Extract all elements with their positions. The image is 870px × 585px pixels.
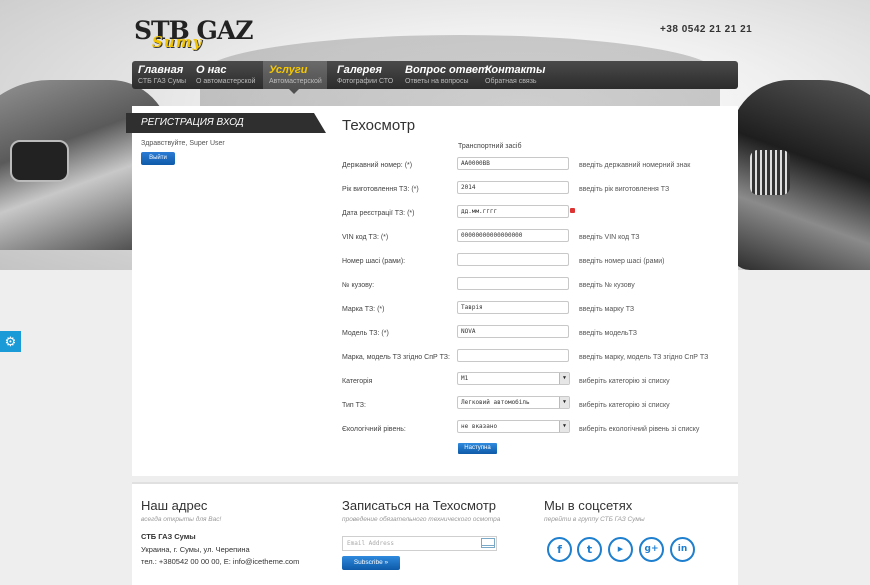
label-body-number: № кузову: (342, 282, 375, 289)
site-logo[interactable]: STB GAZ Sumy (134, 16, 253, 51)
email-input[interactable]: Email Address (342, 536, 497, 551)
footer-social-subtitle: перейти в группу СТБ ГАЗ Сумы (544, 516, 645, 523)
login-heading: РЕГИСТРАЦИЯ ВХОД (126, 113, 326, 133)
user-greeting: Здравствуйте, Super User (141, 140, 225, 147)
nav-item-contacts[interactable]: Контакты Обратная связь (479, 61, 551, 89)
facebook-icon[interactable]: f (547, 537, 572, 562)
model-input[interactable]: NOVA (457, 325, 569, 338)
hint-year: введіть рік виготовлення ТЗ (579, 186, 670, 193)
nav-item-about[interactable]: О нас О автомастерской (190, 61, 261, 89)
vehicle-type-select[interactable]: Легковий автомобіль ▼ (457, 396, 570, 409)
car-right-image (730, 80, 870, 270)
registration-date-input[interactable]: дд.мм.гггг (457, 205, 569, 218)
chevron-down-icon: ▼ (559, 373, 569, 384)
form-section-label: Транспортний засіб (458, 143, 522, 150)
label-year: Рік виготовлення ТЗ: (*) (342, 186, 419, 193)
label-vin: VIN код ТЗ: (*) (342, 234, 389, 241)
state-number-input[interactable]: AA0000BB (457, 157, 569, 170)
nav-item-gallery[interactable]: Галерея Фотографии СТО (331, 61, 399, 89)
nav-item-home[interactable]: Главная СТБ ГАЗ Сумы (132, 61, 192, 89)
hint-chassis: введіть номер шасі (рами) (579, 258, 665, 265)
year-input[interactable]: 2014 (457, 181, 569, 194)
brand-input[interactable]: Таврія (457, 301, 569, 314)
footer-street: Украина, г. Сумы, ул. Черепина (141, 545, 250, 554)
google-plus-icon[interactable]: g+ (639, 537, 664, 562)
hint-vin: введіть VIN код ТЗ (579, 234, 640, 241)
linkedin-icon[interactable]: in (670, 537, 695, 562)
footer-address-title: Наш адрес (141, 498, 208, 513)
label-state-number: Державний номер: (*) (342, 162, 413, 169)
label-registration-date: Дата реєстрації ТЗ: (*) (342, 210, 415, 217)
chevron-down-icon: ▼ (559, 397, 569, 408)
next-button[interactable]: Наступна (458, 443, 497, 454)
label-category: Категорія (342, 378, 373, 385)
footer-company-name: СТБ ГАЗ Сумы (141, 532, 196, 541)
main-nav: Главная СТБ ГАЗ Сумы О нас О автомастерско… (132, 61, 738, 94)
footer-signup-subtitle: проведение обязательного технического ос… (342, 516, 501, 523)
footer-address-subtitle: всегда открыты для Вас! (141, 516, 222, 523)
label-model: Модель ТЗ: (*) (342, 330, 389, 337)
chevron-down-icon: ▼ (559, 421, 569, 432)
logout-button[interactable]: Выйти (141, 152, 175, 165)
footer-social-title: Мы в соцсетях (544, 498, 633, 513)
brand-model-spr-input[interactable] (457, 349, 569, 362)
envelope-icon (481, 538, 495, 548)
label-vehicle-type: Тип ТЗ: (342, 402, 366, 409)
hint-brand: введіть марку ТЗ (579, 306, 635, 313)
hint-eco-level: виберіть екологічний рівень зі списку (579, 426, 700, 433)
header-phone: +38 0542 21 21 21 (660, 24, 753, 35)
twitter-icon[interactable]: t (577, 537, 602, 562)
settings-gear-icon[interactable]: ⚙ (0, 331, 21, 352)
calendar-icon[interactable] (570, 208, 575, 213)
category-select[interactable]: M1 ▼ (457, 372, 570, 385)
page-title: Техосмотр (342, 117, 416, 134)
eco-level-select[interactable]: не вказано ▼ (457, 420, 570, 433)
hint-state-number: введіть державний номерний знак (579, 162, 691, 169)
footer-contacts: тел.: +380542 00 00 00, E: info@icetheme… (141, 557, 300, 566)
hint-body-number: введіть № кузову (579, 282, 635, 289)
body-number-input[interactable] (457, 277, 569, 290)
label-brand-model-spr: Марка, модель ТЗ згідно СпР ТЗ: (342, 354, 450, 361)
hint-vehicle-type: виберіть категорію зі списку (579, 402, 670, 409)
label-brand: Марка ТЗ: (*) (342, 306, 385, 313)
label-eco-level: Єкологічний рівень: (342, 426, 406, 433)
hint-brand-model-spr: введіть марку, модель ТЗ згідно СпР ТЗ (579, 354, 709, 361)
youtube-icon[interactable]: ▶ (608, 537, 633, 562)
chassis-input[interactable] (457, 253, 569, 266)
hint-model: введіть модельТЗ (579, 330, 637, 337)
label-chassis: Номер шасі (рами): (342, 258, 406, 265)
footer-signup-title: Записаться на Техосмотр (342, 498, 497, 513)
nav-item-services[interactable]: Услуги Автомастерской (263, 61, 327, 94)
subscribe-button[interactable]: Subscribe » (342, 556, 400, 570)
vin-input[interactable]: 00000000000000000 (457, 229, 569, 242)
hint-category: виберіть категорію зі списку (579, 378, 670, 385)
